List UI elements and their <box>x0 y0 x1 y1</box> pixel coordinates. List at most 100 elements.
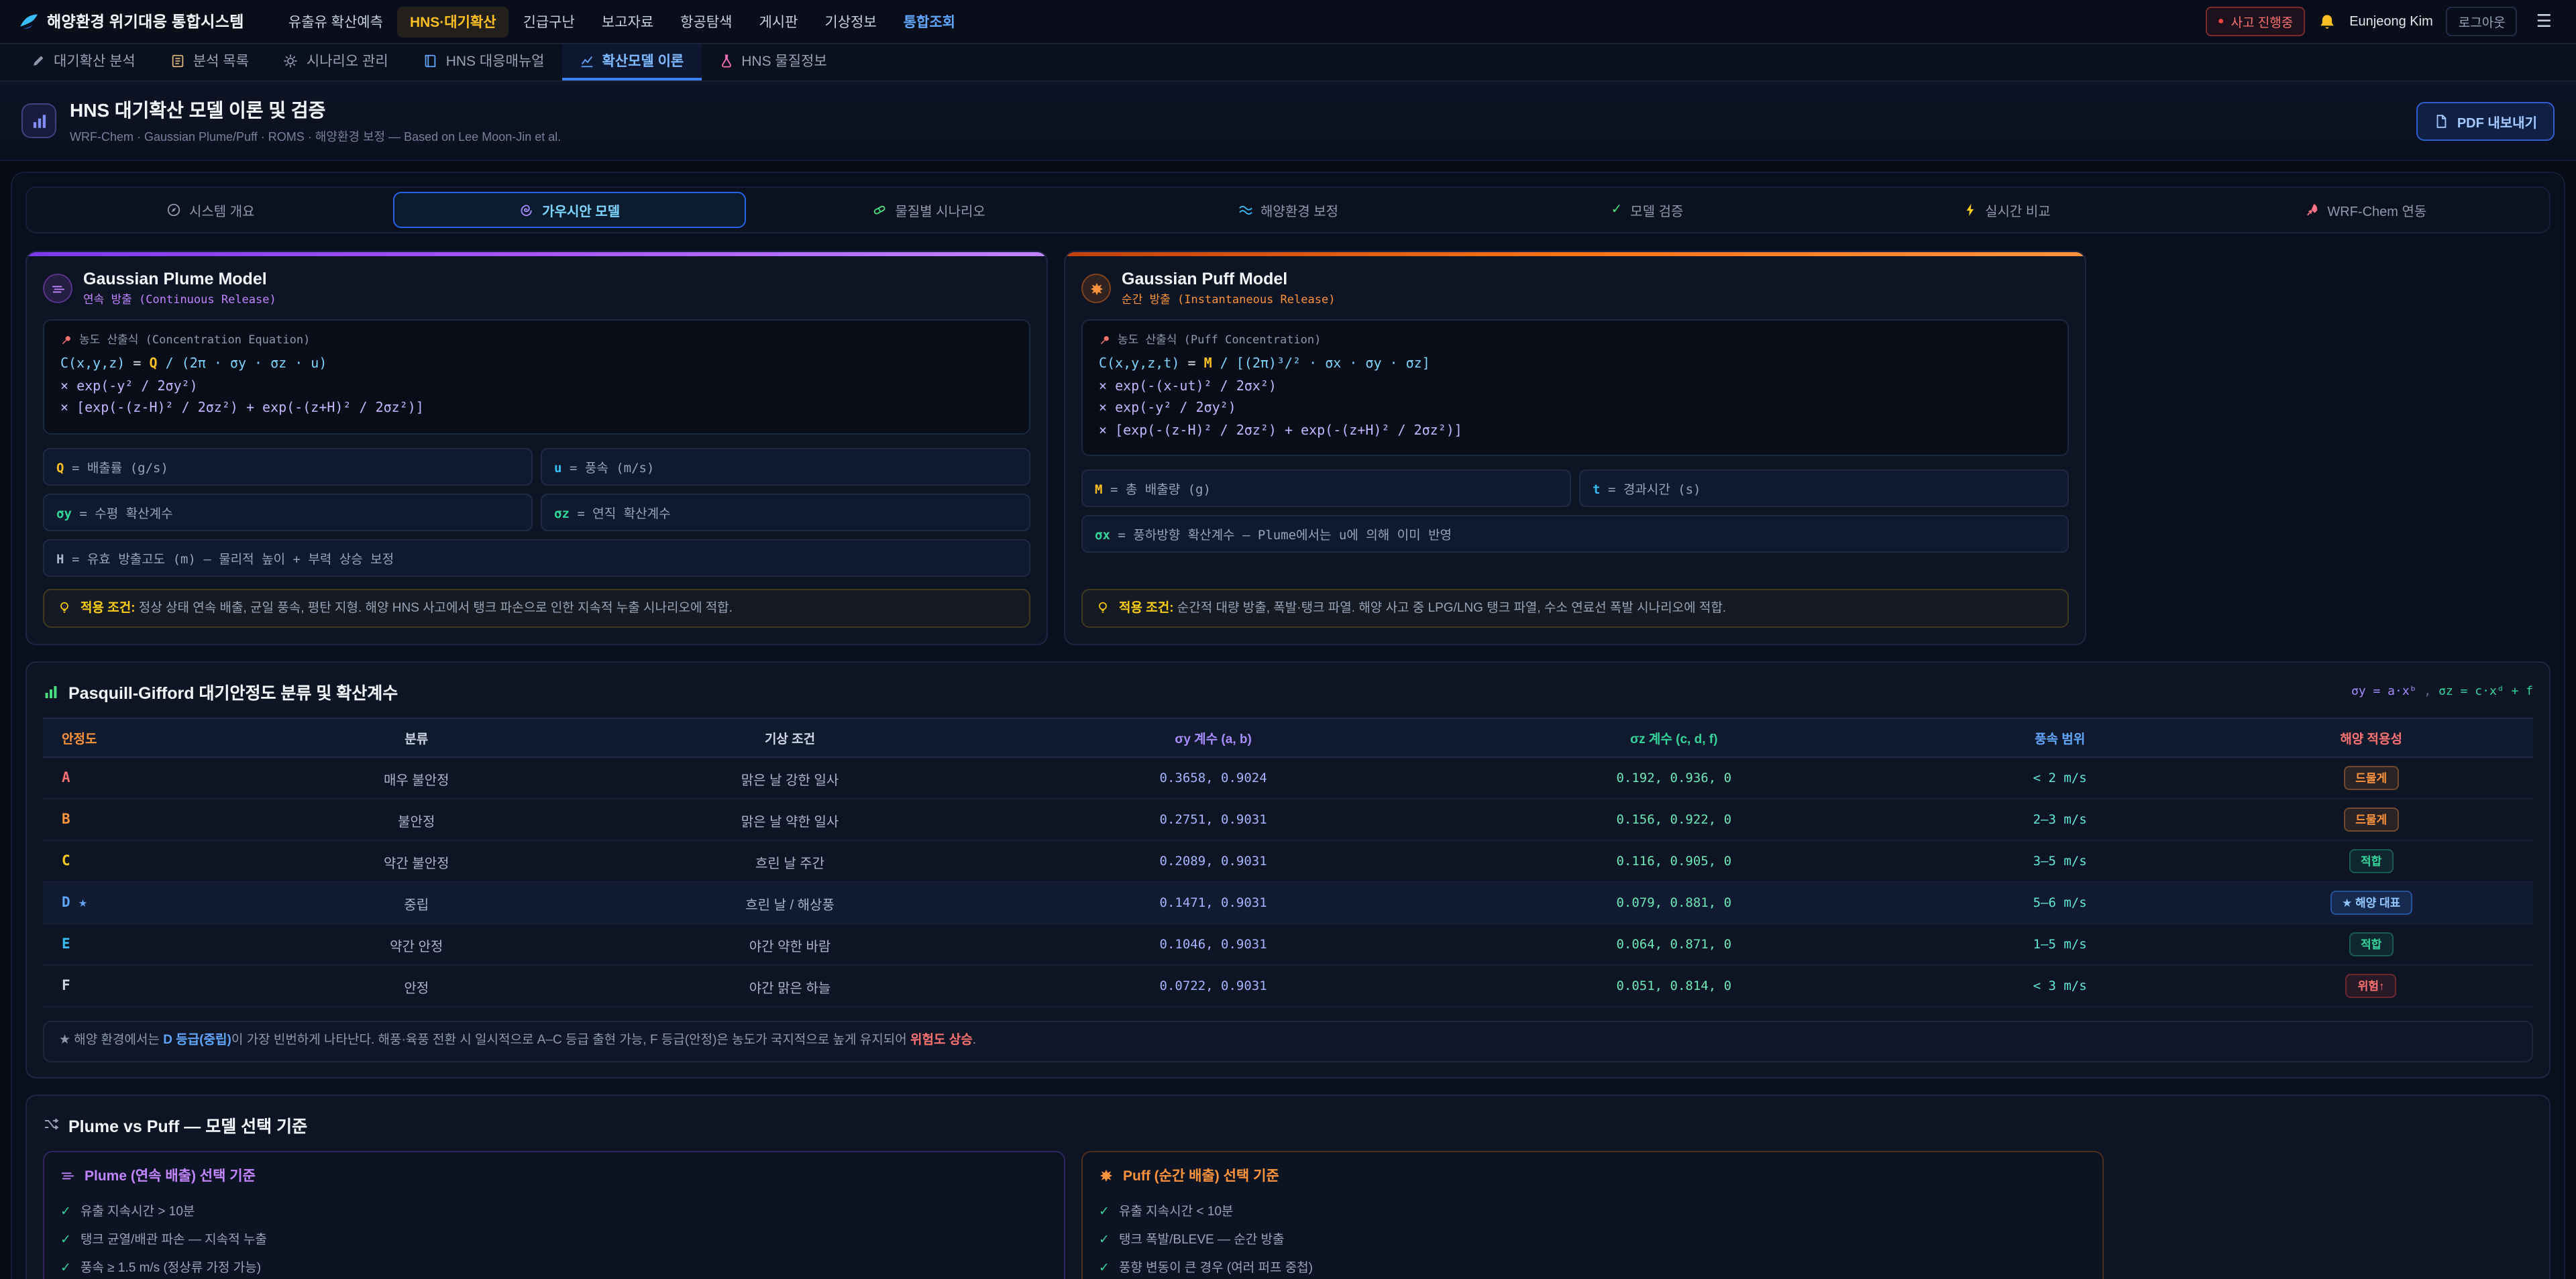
applicability-badge: 드물게 <box>2343 808 2399 832</box>
book-icon <box>423 54 438 68</box>
nav-item-hns-dispersion[interactable]: HNS·대기확산 <box>398 6 508 37</box>
col-stability: 안정도 <box>43 719 242 758</box>
tab-label: 시나리오 관리 <box>307 51 388 71</box>
param-H: H = 유효 방출고도 (m) — 물리적 높이 + 부력 상승 보정 <box>43 539 1030 576</box>
footnote-text: 이 가장 빈번하게 나타난다. 해풍·육풍 전환 시 일시적으로 A–C 등급 … <box>231 1034 910 1048</box>
param-desc: = 연직 확산계수 <box>577 506 670 521</box>
col-class-name: 분류 <box>242 719 591 758</box>
weather-condition: 야간 맑은 하늘 <box>591 966 989 1007</box>
puff-eq-line2: × exp(-(x-ut)² / 2σx²) <box>1099 376 2051 398</box>
menu-icon[interactable]: ☰ <box>2531 8 2557 35</box>
incident-dot-icon: ● <box>2218 16 2224 27</box>
logout-button[interactable]: 로그아웃 <box>2447 7 2518 36</box>
section-tab-label: 가우시안 모델 <box>542 200 620 220</box>
nav-item-oil-spill[interactable]: 유출유 확산예측 <box>276 6 395 37</box>
nav-item-integrated-search[interactable]: 통합조회 <box>892 6 967 37</box>
chart-line-icon <box>579 54 594 68</box>
table-row: A 매우 불안정 맑은 날 강한 일사 0.3658, 0.9024 0.192… <box>43 758 2533 799</box>
tab-model-theory[interactable]: 확산모델 이론 <box>561 44 701 80</box>
sigma-z-coef: 0.116, 0.905, 0 <box>1438 841 1911 883</box>
section-tab-label: WRF-Chem 연동 <box>2327 200 2426 220</box>
weather-condition: 야간 약한 바람 <box>591 924 989 966</box>
nav-item-board[interactable]: 게시판 <box>747 6 810 37</box>
section-tab-label: 모델 검증 <box>1630 200 1683 220</box>
tab-hns-substance-info[interactable]: HNS 물질정보 <box>701 44 844 80</box>
user-name[interactable]: Eunjeong Kim <box>2349 14 2433 29</box>
eq-tail: / [(2π)³/² · σx · σy · σz] <box>1212 357 1430 372</box>
section-tab-label: 실시간 비교 <box>1985 200 2051 220</box>
burst-icon <box>1081 274 1111 303</box>
section-tab-label: 물질별 시나리오 <box>895 200 985 220</box>
applicability-badge: 적합 <box>2349 850 2394 874</box>
list-item: ✓풍속 ≥ 1.5 m/s (정상류 가정 가능) <box>60 1252 1048 1279</box>
footnote-text: . <box>973 1034 976 1048</box>
stability-grade: A <box>43 758 242 799</box>
tab-hns-manual[interactable]: HNS 대응매뉴얼 <box>406 44 562 80</box>
gaussian-puff-card: Gaussian Puff Model 순간 방출 (Instantaneous… <box>1064 251 2086 646</box>
tab-label: HNS 물질정보 <box>741 51 826 71</box>
applicability-cell: 드물게 <box>2209 758 2533 799</box>
col-weather: 기상 조건 <box>591 719 989 758</box>
puff-eq-line1: C(x,y,z,t) = M / [(2π)³/² · σx · σy · σz… <box>1099 354 2051 376</box>
bell-icon[interactable] <box>2318 13 2336 30</box>
weather-condition: 흐린 날 / 해상풍 <box>591 883 989 924</box>
criteria-text: 탱크 균열/배관 파손 — 지속적 누출 <box>80 1229 267 1247</box>
brand-logo[interactable]: 해양환경 위기대응 통합시스템 <box>19 11 244 32</box>
lightbulb-icon <box>1096 600 1110 614</box>
weather-condition: 맑은 날 약한 일사 <box>591 799 989 841</box>
tab-label: 확산모델 이론 <box>602 51 684 71</box>
check-icon: ✓ <box>60 1261 71 1276</box>
sigma-y-coef: 0.1471, 0.9031 <box>989 883 1438 924</box>
shuffle-icon <box>43 1116 59 1132</box>
formula-separator: , <box>2417 685 2439 699</box>
eq-coef: Q <box>149 357 157 372</box>
page-header-text: HNS 대기확산 모델 이론 및 검증 WRF-Chem · Gaussian … <box>70 97 561 145</box>
tab-ocean-correction[interactable]: 해양환경 보정 <box>1111 192 1464 228</box>
stability-grade: D ★ <box>43 883 242 924</box>
caption-text: 농도 산출식 (Concentration Equation) <box>79 331 310 347</box>
param-M: M = 총 배출량 (g) <box>1081 469 1571 507</box>
sigma-y-coef: 0.2751, 0.9031 <box>989 799 1438 841</box>
nav-item-aerial-search[interactable]: 항공탐색 <box>668 6 744 37</box>
pin-icon <box>1099 333 1111 345</box>
plume-subtitle: 연속 방출 (Continuous Release) <box>83 291 276 307</box>
lightbulb-icon <box>58 600 71 614</box>
plume-params: Q = 배출률 (g/s) u = 풍속 (m/s) σy = 수평 확산계수 … <box>43 447 1030 576</box>
wind-range: 1–5 m/s <box>1911 924 2209 966</box>
main-menu: 유출유 확산예측 HNS·대기확산 긴급구난 보고자료 항공탐색 게시판 기상정… <box>276 6 967 37</box>
eq-coef: M <box>1204 357 1212 372</box>
param-symbol: Q <box>56 461 64 476</box>
tab-scenario-management[interactable]: 시나리오 관리 <box>266 44 406 80</box>
eq-lhs: C(x,y,z) <box>60 357 125 372</box>
tab-system-overview[interactable]: 시스템 개요 <box>34 192 387 228</box>
class-name: 중립 <box>242 883 591 924</box>
sigma-z-coef: 0.051, 0.814, 0 <box>1438 966 1911 1007</box>
param-symbol: u <box>554 461 561 476</box>
param-sigma-y: σy = 수평 확산계수 <box>43 493 533 531</box>
tab-realtime-comparison[interactable]: 실시간 비교 <box>1829 192 2183 228</box>
nav-item-weather[interactable]: 기상정보 <box>812 6 888 37</box>
nav-item-reports[interactable]: 보고자료 <box>590 6 665 37</box>
puff-equation-caption: 농도 산출식 (Puff Concentration) <box>1099 331 2051 347</box>
tab-analysis-list[interactable]: 분석 목록 <box>153 44 266 80</box>
footnote-highlight-d: D 등급(중립) <box>163 1034 231 1048</box>
tab-dispersion-analysis[interactable]: 대기확산 분석 <box>13 44 153 80</box>
plume-title: Gaussian Plume Model <box>83 270 276 288</box>
wind-range: < 2 m/s <box>1911 758 2209 799</box>
tab-substance-scenarios[interactable]: 물질별 시나리오 <box>752 192 1106 228</box>
nav-item-emergency-rescue[interactable]: 긴급구난 <box>511 6 587 37</box>
list-item: ✓유출 지속시간 > 10분 <box>60 1196 1048 1224</box>
tab-model-validation[interactable]: ✓ 모델 검증 <box>1470 192 1824 228</box>
tab-gaussian-model[interactable]: 가우시안 모델 <box>392 192 746 228</box>
fog-icon <box>60 1168 75 1182</box>
criteria-heading: Puff (순간 배출) 선택 기준 <box>1123 1165 1279 1185</box>
check-icon: ✓ <box>1099 1233 1110 1247</box>
sigma-z-coef: 0.192, 0.936, 0 <box>1438 758 1911 799</box>
pdf-export-button[interactable]: PDF 내보내기 <box>2417 101 2555 140</box>
section-tab-label: 시스템 개요 <box>189 200 255 220</box>
tab-wrf-chem[interactable]: WRF-Chem 연동 <box>2189 192 2542 228</box>
param-desc: = 수평 확산계수 <box>79 506 172 521</box>
wind-range: 2–3 m/s <box>1911 799 2209 841</box>
plume-criteria-title: Plume (연속 배출) 선택 기준 <box>60 1165 1048 1185</box>
puff-card-header: Gaussian Puff Model 순간 방출 (Instantaneous… <box>1081 270 2069 307</box>
